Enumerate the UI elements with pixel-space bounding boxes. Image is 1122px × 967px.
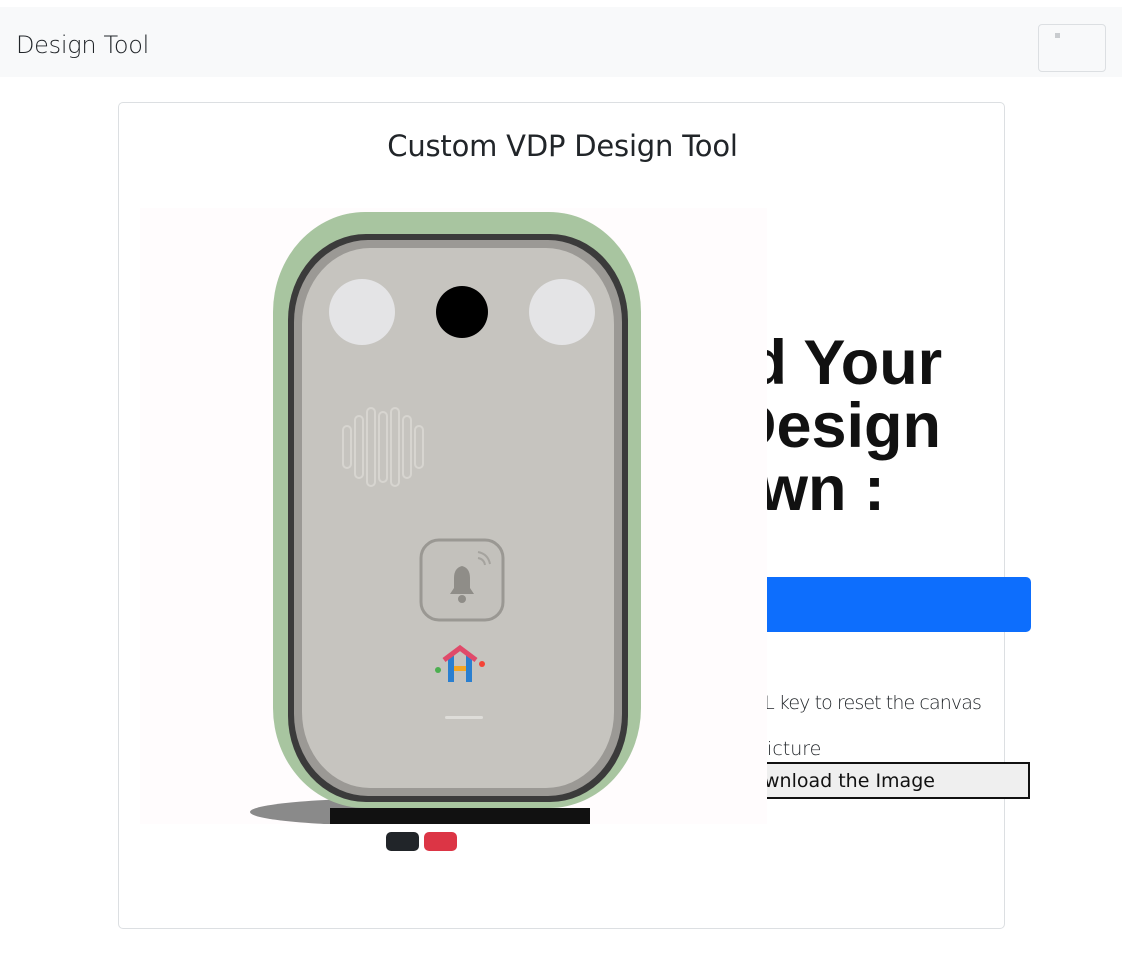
navbar-brand[interactable]: Design Tool [16, 31, 149, 59]
left-sensor [329, 279, 395, 345]
reset-hint-text: EL key to reset the canvas [767, 692, 982, 714]
card-title: Custom VDP Design Tool [387, 129, 738, 163]
picture-hint-text: picture [767, 738, 822, 760]
download-image-button[interactable]: wnload the Image [767, 762, 1030, 799]
upload-heading: oad Your n Design Down : [767, 332, 1047, 521]
heading-line-1: oad Your [767, 328, 943, 398]
right-sensor [529, 279, 595, 345]
color-swatch-red[interactable] [424, 832, 457, 851]
doorbell-device-image [250, 212, 641, 824]
design-canvas[interactable] [140, 208, 767, 824]
camera-lens [436, 286, 488, 338]
device-base [330, 808, 590, 824]
color-swatch-dark[interactable] [386, 832, 419, 851]
upload-panel: oad Your n Design Down : EL key to reset… [767, 320, 1047, 820]
menu-icon [1055, 33, 1060, 38]
upload-button[interactable] [767, 577, 1031, 632]
navbar-toggler-button[interactable] [1038, 24, 1106, 72]
indicator-light [445, 716, 483, 719]
heading-line-2: n Design [767, 391, 942, 461]
navbar: Design Tool [0, 7, 1122, 77]
heading-line-3: Down : [767, 454, 885, 524]
